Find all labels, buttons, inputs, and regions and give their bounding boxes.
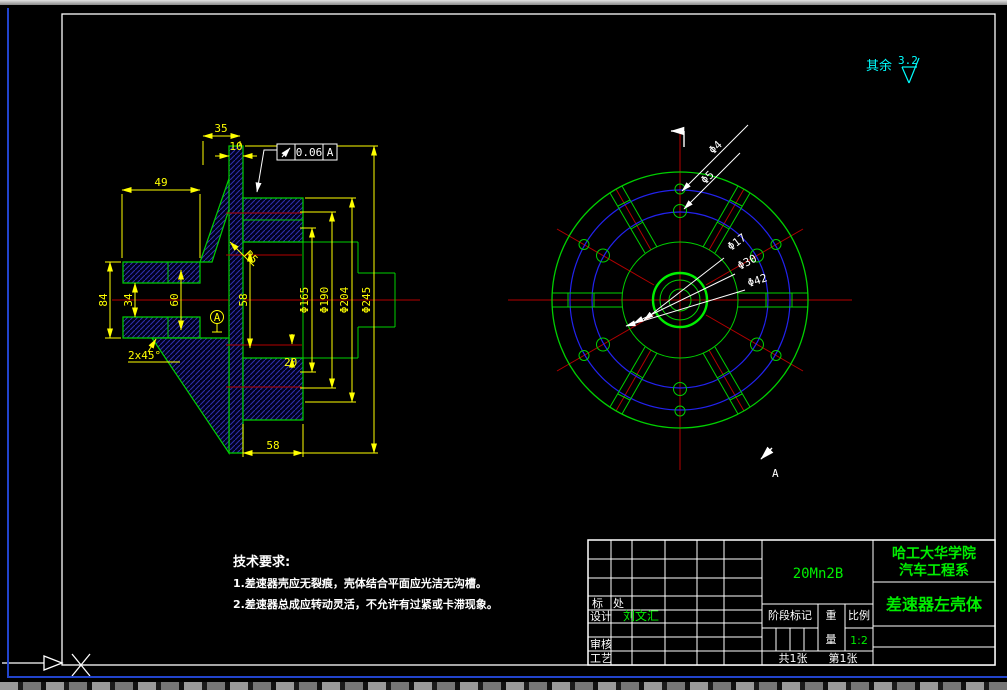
front-view: Φ4 Φ5 Φ17 Φ30 Φ42 A [508, 124, 852, 480]
tech-requirements: 技术要求: 1.差速器壳应无裂痕，壳体结合平面应光洁无沟槽。 2.差速器总成应转… [233, 554, 498, 611]
tb-sheet-total: 共1张 [779, 652, 808, 665]
tech-req-item-1: 1.差速器壳应无裂痕，壳体结合平面应光洁无沟槽。 [233, 576, 487, 590]
tb-school-line1: 哈工大华学院 [892, 545, 976, 562]
tb-label-process: 工艺 [590, 652, 612, 665]
dim-35: 35 [214, 122, 227, 135]
canvas-border-bottom [7, 676, 1007, 678]
dim-84: 84 [97, 293, 110, 307]
dim-phi165: Φ165 [298, 287, 311, 314]
tb-label-scale: 比例 [848, 608, 870, 622]
dim-phi17: Φ17 [725, 231, 749, 253]
tolerance-datum: A [327, 146, 334, 159]
dim-58-vertical: 58 [237, 293, 250, 306]
tb-part-name: 差速器左壳体 [886, 595, 983, 614]
dim-60: 60 [168, 293, 181, 306]
tb-designer-name: 刘文汇 [623, 608, 659, 623]
tb-label-weight-top: 重 [826, 608, 837, 622]
dim-20: 20 [284, 356, 297, 369]
tb-school-line2: 汽车工程系 [899, 562, 969, 579]
drawing-canvas: 35 10 49 84 34 60 58 20 58 Φ165 Φ190 Φ20… [2, 13, 996, 677]
section-letter: A [772, 467, 779, 480]
datum-a-symbol: A [210, 310, 224, 333]
taskbar-sliver[interactable] [0, 682, 1007, 690]
tb-sheet-no: 第1张 [829, 651, 858, 665]
dim-phi204: Φ204 [338, 286, 351, 313]
hub-wall-top [122, 261, 201, 284]
dim-phi42: Φ42 [746, 271, 769, 290]
tb-label-check: 审核 [590, 637, 612, 651]
web-wedge-bottom [150, 337, 230, 455]
hub-wall-bottom [122, 316, 201, 339]
dim-phi4: Φ4 [706, 138, 725, 157]
surface-note-prefix: 其余 [866, 58, 892, 74]
canvas-border-left [7, 8, 9, 678]
surface-finish-note: 其余 3.2 [866, 54, 920, 84]
tolerance-frame: 0.06 A [255, 143, 338, 193]
cone-wall-top [199, 169, 233, 263]
surface-note-value: 3.2 [898, 54, 918, 67]
dim-phi245: Φ245 [360, 287, 373, 314]
tb-material: 20Mn2B [793, 566, 844, 582]
title-block: 标 处 设计 审核 工艺 阶段标记 重 量 比例 共1张 第1张 刘文汇 20M… [587, 539, 996, 666]
tb-scale-value: 1:2 [850, 634, 868, 647]
dim-58-horizontal: 58 [266, 439, 279, 452]
cad-window: 35 10 49 84 34 60 58 20 58 Φ165 Φ190 Φ20… [0, 0, 1007, 690]
datum-a-label: A [214, 311, 221, 324]
dim-34: 34 [122, 293, 135, 307]
window-top-edge [0, 0, 1007, 5]
tb-label-design: 设计 [590, 610, 612, 623]
dim-r5: R5 [242, 248, 261, 267]
dim-chamfer: 2x45° [128, 349, 161, 362]
dim-49: 49 [154, 176, 167, 189]
dim-phi5: Φ5 [698, 168, 717, 187]
section-view: 35 10 49 84 34 60 58 20 58 Φ165 Φ190 Φ20… [97, 122, 420, 457]
dim-10: 10 [229, 140, 242, 153]
tb-label-stage: 阶段标记 [768, 608, 812, 622]
tolerance-value: 0.06 [296, 146, 323, 159]
tech-req-title: 技术要求: [233, 554, 290, 570]
tb-label-weight-bottom: 量 [826, 633, 837, 646]
tb-label-mark: 标 [592, 596, 603, 610]
tech-req-item-2: 2.差速器总成应转动灵活，不允许有过紧或卡滞现象。 [233, 597, 498, 611]
dim-phi190: Φ190 [318, 287, 331, 314]
